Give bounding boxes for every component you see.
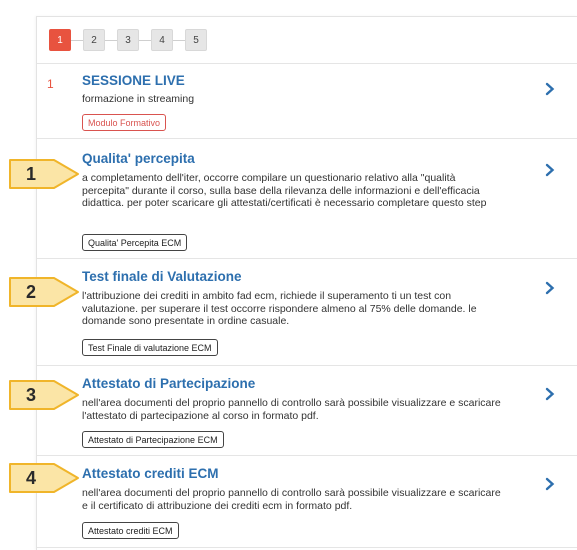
callout-3: 3 <box>8 379 80 411</box>
chevron-right-icon[interactable] <box>544 387 556 401</box>
chevron-right-icon[interactable] <box>544 82 556 96</box>
row-badge: Qualita' Percepita ECM <box>82 234 188 251</box>
module-row-attestato-crediti[interactable]: Attestato crediti ECM nell'area document… <box>37 456 577 548</box>
step-4[interactable]: 4 <box>151 29 173 51</box>
callout-number: 3 <box>25 384 36 405</box>
module-row-qualita-percepita[interactable]: Qualita' percepita a completamento dell'… <box>37 139 577 259</box>
step-connector <box>71 39 83 41</box>
row-title[interactable]: Test finale di Valutazione <box>82 269 242 284</box>
callout-number: 1 <box>25 163 36 184</box>
course-steps-panel: 1 2 3 4 5 1 SESSIONE LIVE formazione in … <box>36 16 577 550</box>
step-1[interactable]: 1 <box>49 29 71 51</box>
row-description: nell'area documenti del proprio pannello… <box>82 397 501 422</box>
chevron-right-icon[interactable] <box>544 163 556 177</box>
step-3[interactable]: 3 <box>117 29 139 51</box>
module-row-test-finale[interactable]: Test finale di Valutazione l'attribuzion… <box>37 259 577 366</box>
row-description: formazione in streaming <box>82 93 195 105</box>
row-description: l'attribuzione dei crediti in ambito fad… <box>82 290 477 328</box>
step-2[interactable]: 2 <box>83 29 105 51</box>
callout-2: 2 <box>8 276 80 308</box>
callout-4: 4 <box>8 462 80 494</box>
row-badge: Attestato crediti ECM <box>82 522 179 539</box>
row-badge: Attestato di Partecipazione ECM <box>82 431 224 448</box>
callout-number: 2 <box>25 281 36 302</box>
row-title[interactable]: Attestato di Partecipazione <box>82 376 255 391</box>
callout-number: 4 <box>25 467 36 488</box>
module-row-attestato-partecipazione[interactable]: Attestato di Partecipazione nell'area do… <box>37 366 577 456</box>
callout-1: 1 <box>8 158 80 190</box>
stepper: 1 2 3 4 5 <box>49 29 207 51</box>
row-badge: Test Finale di valutazione ECM <box>82 339 218 356</box>
row-description: a completamento dell'iter, occorre compi… <box>82 172 487 210</box>
step-connector <box>105 39 117 41</box>
step-connector <box>173 39 185 41</box>
row-title[interactable]: Qualita' percepita <box>82 151 195 166</box>
chevron-right-icon[interactable] <box>544 477 556 491</box>
module-row-sessione-live[interactable]: 1 SESSIONE LIVE formazione in streaming … <box>37 63 577 139</box>
chevron-right-icon[interactable] <box>544 281 556 295</box>
step-connector <box>139 39 151 41</box>
row-title[interactable]: Attestato crediti ECM <box>82 466 219 481</box>
row-title[interactable]: SESSIONE LIVE <box>82 73 185 88</box>
step-5[interactable]: 5 <box>185 29 207 51</box>
row-number: 1 <box>47 77 54 91</box>
row-description: nell'area documenti del proprio pannello… <box>82 487 501 512</box>
row-badge: Modulo Formativo <box>82 114 167 131</box>
